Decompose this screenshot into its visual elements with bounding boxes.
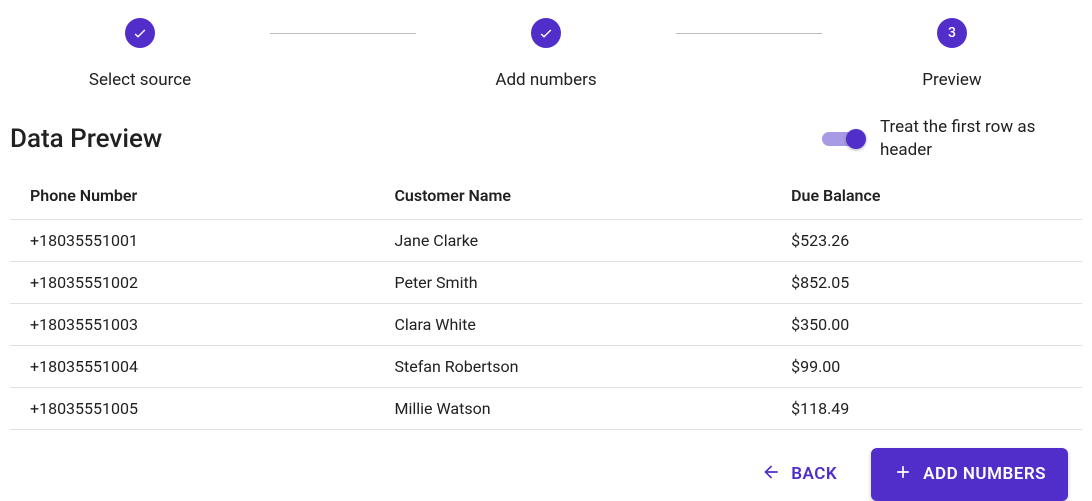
add-numbers-button-label: ADD NUMBERS (923, 464, 1046, 484)
step-label: Add numbers (495, 70, 596, 90)
cell-name: Jane Clarke (374, 219, 771, 261)
step-label: Select source (89, 70, 191, 90)
cell-phone: +18035551004 (10, 345, 374, 387)
cell-phone: +18035551005 (10, 387, 374, 429)
toggle-label: Treat the first row as header (880, 116, 1082, 162)
add-numbers-button[interactable]: ADD NUMBERS (871, 448, 1068, 501)
cell-phone: +18035551001 (10, 219, 374, 261)
step-add-numbers[interactable]: Add numbers (416, 18, 676, 90)
table-header-row: Phone Number Customer Name Due Balance (10, 172, 1082, 220)
cell-name: Peter Smith (374, 261, 771, 303)
col-header-name: Customer Name (374, 172, 771, 220)
step-label: Preview (922, 70, 981, 90)
step-select-source[interactable]: Select source (10, 18, 270, 90)
col-header-phone: Phone Number (10, 172, 374, 220)
table-row: +18035551005 Millie Watson $118.49 (10, 387, 1082, 429)
cell-due: $118.49 (771, 387, 1082, 429)
data-preview-table: Phone Number Customer Name Due Balance +… (10, 172, 1082, 430)
cell-due: $350.00 (771, 303, 1082, 345)
cell-name: Stefan Robertson (374, 345, 771, 387)
check-icon (531, 18, 561, 48)
step-connector (270, 33, 416, 34)
footer-actions: BACK ADD NUMBERS (10, 430, 1082, 501)
stepper: Select source Add numbers 3 Preview (10, 8, 1082, 108)
arrow-left-icon (761, 462, 781, 487)
first-row-header-toggle[interactable] (822, 127, 866, 151)
cell-due: $99.00 (771, 345, 1082, 387)
table-row: +18035551001 Jane Clarke $523.26 (10, 219, 1082, 261)
table-row: +18035551003 Clara White $350.00 (10, 303, 1082, 345)
col-header-due: Due Balance (771, 172, 1082, 220)
check-icon (125, 18, 155, 48)
table-row: +18035551004 Stefan Robertson $99.00 (10, 345, 1082, 387)
step-preview[interactable]: 3 Preview (822, 18, 1082, 90)
cell-due: $852.05 (771, 261, 1082, 303)
back-button-label: BACK (791, 464, 837, 484)
back-button[interactable]: BACK (749, 452, 849, 497)
cell-name: Millie Watson (374, 387, 771, 429)
cell-phone: +18035551003 (10, 303, 374, 345)
step-number-badge: 3 (937, 18, 967, 48)
plus-icon (893, 462, 913, 487)
cell-name: Clara White (374, 303, 771, 345)
step-connector (676, 33, 822, 34)
page-title: Data Preview (10, 124, 162, 154)
table-row: +18035551002 Peter Smith $852.05 (10, 261, 1082, 303)
cell-due: $523.26 (771, 219, 1082, 261)
toggle-thumb (846, 129, 866, 149)
cell-phone: +18035551002 (10, 261, 374, 303)
